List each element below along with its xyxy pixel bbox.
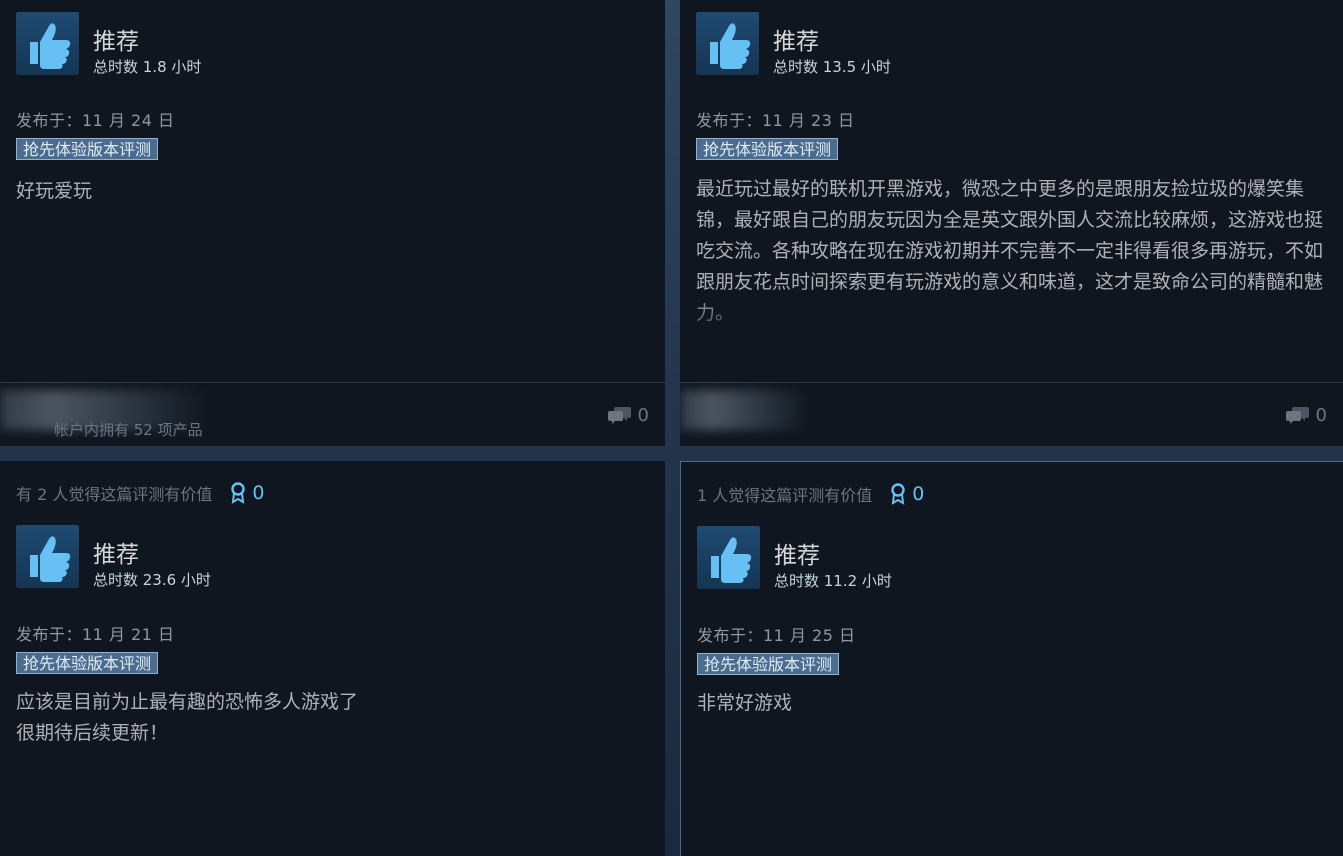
award-count: 0 [912, 483, 925, 505]
review-body: 非常好游戏 [697, 692, 793, 714]
posted-date: 发布于：11 月 23 日 [696, 111, 855, 130]
footer-divider [0, 382, 665, 383]
footer-divider [680, 382, 1343, 383]
review-body-line: 应该是目前为止最有趣的恐怖多人游戏了 [16, 691, 359, 713]
comment-count: 0 [1315, 404, 1327, 426]
playtime-hours: 总时数 11.2 小时 [774, 572, 892, 590]
thumbs-up-icon[interactable] [16, 12, 79, 75]
early-access-badge: 抢先体验版本评测 [697, 653, 840, 675]
recommend-label[interactable]: 推荐 [93, 22, 139, 56]
playtime-hours: 总时数 1.8 小时 [93, 58, 202, 76]
review-body: 好玩爱玩 [16, 180, 93, 202]
review-card: 1 人觉得这篇评测有价值 0 推荐 总时数 11.2 小时 发布于：11 月 2… [680, 461, 1343, 856]
posted-date: 发布于：11 月 25 日 [697, 626, 856, 645]
review-body: 应该是目前为止最有趣的恐怖多人游戏了 很期待后续更新！ [16, 687, 649, 749]
thumbs-up-icon[interactable] [696, 12, 759, 75]
author-avatar-blurred[interactable] [680, 390, 810, 430]
posted-date: 发布于：11 月 24 日 [16, 111, 175, 130]
award-button[interactable]: 0 [230, 482, 264, 504]
recommend-label[interactable]: 推荐 [773, 22, 819, 56]
early-access-badge: 抢先体验版本评测 [696, 138, 839, 160]
helpful-summary: 1 人觉得这篇评测有价值 0 [697, 482, 924, 506]
comment-button[interactable]: 0 [1285, 404, 1327, 426]
thumbs-up-icon[interactable] [697, 526, 760, 589]
award-button[interactable]: 0 [890, 483, 924, 505]
award-count: 0 [252, 482, 265, 504]
comment-count: 0 [637, 404, 649, 426]
playtime-hours: 总时数 23.6 小时 [93, 571, 211, 589]
review-body: 最近玩过最好的联机开黑游戏，微恐之中更多的是跟朋友捡垃圾的爆笑集锦，最好跟自己的… [696, 178, 1324, 324]
posted-date: 发布于：11 月 21 日 [16, 625, 175, 644]
review-card: 有 2 人觉得这篇评测有价值 0 推荐 总时数 23.6 小时 发布于：11 月… [0, 461, 665, 856]
review-body-line: 很期待后续更新！ [16, 722, 169, 744]
review-card: 推荐 总时数 1.8 小时 发布于：11 月 24 日 抢先体验版本评测 好玩爱… [0, 0, 665, 446]
comment-button[interactable]: 0 [607, 404, 649, 426]
helpful-text: 有 2 人觉得这篇评测有价值 [16, 485, 213, 504]
thumbs-up-icon[interactable] [16, 525, 79, 588]
early-access-badge: 抢先体验版本评测 [16, 652, 159, 674]
helpful-text: 1 人觉得这篇评测有价值 [697, 486, 873, 505]
playtime-hours: 总时数 13.5 小时 [773, 58, 891, 76]
speech-bubbles-icon [1285, 407, 1309, 424]
speech-bubbles-icon [607, 407, 631, 424]
award-ribbon-icon [891, 483, 905, 505]
early-access-badge: 抢先体验版本评测 [16, 138, 159, 160]
helpful-summary: 有 2 人觉得这篇评测有价值 0 [16, 481, 264, 505]
award-ribbon-icon [231, 482, 246, 504]
recommend-label[interactable]: 推荐 [93, 535, 139, 569]
review-card: 推荐 总时数 13.5 小时 发布于：11 月 23 日 抢先体验版本评测 最近… [680, 0, 1343, 446]
owned-products-count: 帐户内拥有 52 项产品 [54, 421, 203, 439]
recommend-label[interactable]: 推荐 [774, 536, 820, 570]
